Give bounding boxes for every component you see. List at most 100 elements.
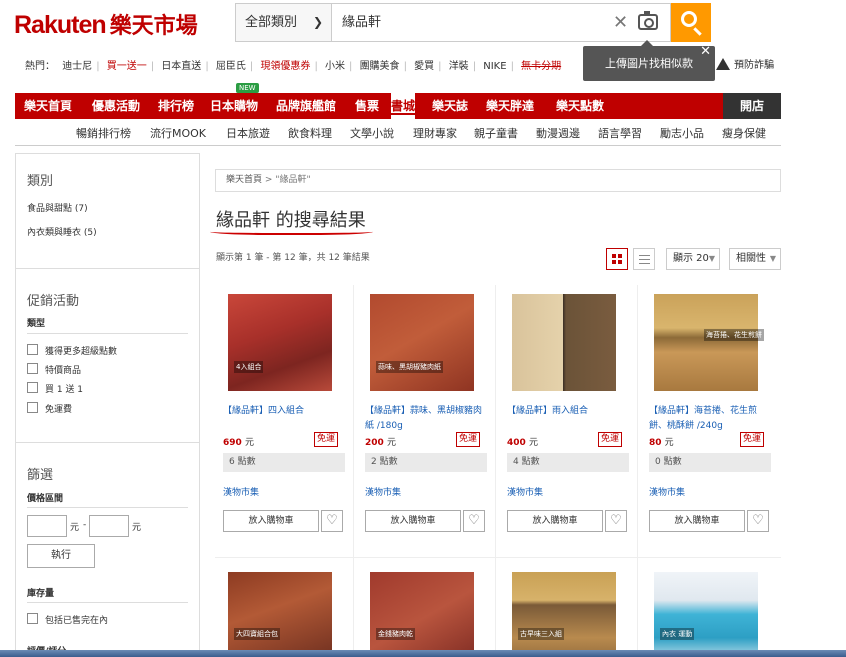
hot-item[interactable]: 小米	[325, 61, 345, 72]
image-caption: 4入組合	[234, 361, 264, 373]
add-to-cart-button[interactable]: 放入購物車	[365, 510, 461, 532]
free-shipping-badge: 免運	[598, 432, 623, 447]
main-nav: 樂天首頁 優惠活動 排行榜 日本購物 NEW 品牌旗艦館 售票 書城 樂天誌 樂…	[15, 83, 723, 119]
shop-link[interactable]: 漢物市集	[649, 485, 685, 498]
promo-checkbox[interactable]	[27, 363, 38, 374]
hot-item[interactable]: 洋裝	[449, 61, 469, 72]
points-badge: 6 點數	[223, 453, 345, 472]
heart-icon[interactable]: ♡	[605, 510, 627, 532]
free-shipping-badge: 免運	[740, 432, 765, 447]
hot-item[interactable]: 團購美食	[360, 61, 400, 72]
product-image[interactable]	[512, 294, 616, 391]
image-caption: 金錢豬肉乾	[376, 628, 415, 640]
page-size-select[interactable]: 顯示 20 ▼	[666, 248, 720, 270]
search-input[interactable]: 緣品軒	[342, 4, 381, 41]
nav-item[interactable]: 排行榜	[158, 93, 194, 119]
hot-item[interactable]: NIKE	[483, 61, 506, 72]
product-price: 400 元	[507, 435, 538, 448]
product-name[interactable]: 【緣品軒】雨入組合	[507, 404, 631, 419]
subnav-item[interactable]: 動漫週邊	[536, 125, 580, 141]
add-to-cart-button[interactable]: 放入購物車	[223, 510, 319, 532]
product-name[interactable]: 【緣品軒】四入組合	[223, 404, 347, 419]
camera-icon[interactable]	[638, 11, 658, 30]
price-value: 690	[223, 438, 242, 448]
product-image[interactable]: 蒜味、黑胡椒豬肉紙	[370, 294, 474, 391]
product-image[interactable]: 4入組合	[228, 294, 332, 391]
nav-item[interactable]: 樂天首頁	[24, 93, 72, 119]
nav-item[interactable]: 樂天點數	[556, 93, 604, 119]
promo-checkbox[interactable]	[27, 344, 38, 355]
subnav-item[interactable]: 飲食料理	[288, 125, 332, 141]
price-unit: 元	[664, 438, 674, 448]
nav-item[interactable]: 售票	[355, 93, 379, 119]
rakuten-logo[interactable]: Rakuten 樂天市場	[14, 8, 198, 40]
image-caption: 大四寶組合包	[234, 628, 280, 640]
shop-link[interactable]: 漢物市集	[365, 485, 401, 498]
product-name[interactable]: 【緣品軒】海苔捲、花生煎餅、桃酥餅 /240g	[649, 404, 773, 434]
category-select[interactable]: 全部類別 ❯	[236, 4, 332, 41]
subnav-item[interactable]: 日本旅遊	[226, 125, 270, 141]
product-image[interactable]: 內衣 運動	[654, 572, 758, 657]
nav-item-active[interactable]: 書城	[391, 93, 416, 119]
subnav-item[interactable]: 流行MOOK	[150, 125, 206, 141]
search-icon	[681, 11, 697, 27]
heart-icon[interactable]: ♡	[321, 510, 343, 532]
add-to-cart-button[interactable]: 放入購物車	[507, 510, 603, 532]
stock-checkbox[interactable]	[27, 613, 38, 624]
product-image[interactable]: 金錢豬肉乾	[370, 572, 474, 657]
divider	[16, 442, 199, 443]
breadcrumb-home[interactable]: 樂天首頁	[226, 175, 262, 185]
hot-item[interactable]: 現領優惠券	[260, 61, 310, 72]
nav-item[interactable]: 樂天胖達	[486, 93, 534, 119]
subnav-item[interactable]: 親子童書	[474, 125, 518, 141]
hot-item[interactable]: 日本直送	[161, 61, 201, 72]
nav-item[interactable]: 品牌旗艦館	[276, 93, 336, 119]
subnav-item[interactable]: 瘦身保健	[722, 125, 766, 141]
category-link[interactable]: 食品與甜點 (7)	[27, 201, 88, 214]
new-badge: NEW	[236, 83, 259, 93]
hot-item[interactable]: 無卡分期	[521, 61, 561, 72]
price-range-label: 價格區間	[27, 494, 64, 504]
promo-checkbox[interactable]	[27, 402, 38, 413]
promo-checkbox[interactable]	[27, 382, 38, 393]
nav-item[interactable]: 優惠活動	[92, 93, 140, 119]
product-image[interactable]: 海苔捲、花生煎餅	[654, 294, 764, 391]
heart-icon[interactable]: ♡	[747, 510, 769, 532]
shop-link[interactable]: 漢物市集	[507, 485, 543, 498]
subnav-item[interactable]: 文學小說	[350, 125, 394, 141]
list-view-icon[interactable]	[633, 248, 655, 270]
open-store-button[interactable]: 開店	[723, 93, 781, 119]
category-link[interactable]: 內衣類與睡衣 (5)	[27, 225, 97, 238]
nav-item[interactable]: 日本購物	[210, 93, 258, 119]
add-to-cart-button[interactable]: 放入購物車	[649, 510, 745, 532]
chevron-down-icon: ❯	[312, 15, 323, 29]
fraud-notice-link[interactable]: 預防詐騙	[716, 56, 774, 71]
apply-price-button[interactable]: 執行	[27, 544, 95, 568]
shop-link[interactable]: 漢物市集	[223, 485, 259, 498]
subnav-item[interactable]: 語言學習	[598, 125, 642, 141]
hot-item[interactable]: 屈臣氏	[216, 61, 246, 72]
min-price-input[interactable]	[27, 515, 67, 537]
heart-icon[interactable]: ♡	[463, 510, 485, 532]
hot-item[interactable]: 迪士尼	[62, 61, 92, 72]
product-name[interactable]: 【緣品軒】蒜味、黑胡椒豬肉紙 /180g	[365, 404, 489, 434]
price-unit: 元	[244, 438, 254, 448]
clear-icon[interactable]: ✕	[613, 4, 628, 41]
max-price-input[interactable]	[89, 515, 129, 537]
hot-item[interactable]: 愛買	[414, 61, 434, 72]
divider	[16, 268, 199, 269]
os-taskbar	[0, 650, 846, 657]
product-image[interactable]: 古早味三入組	[512, 572, 616, 657]
product-image[interactable]: 大四寶組合包	[228, 572, 332, 657]
subnav-item[interactable]: 勵志小品	[660, 125, 704, 141]
fraud-notice-label: 預防詐騙	[734, 60, 774, 71]
subnav-item[interactable]: 理財專家	[413, 125, 457, 141]
sort-select[interactable]: 相關性 ▼	[729, 248, 781, 270]
close-icon[interactable]: ✕	[700, 34, 711, 69]
grid-view-icon[interactable]	[606, 248, 628, 270]
image-caption: 古早味三入組	[518, 628, 564, 640]
subnav-item[interactable]: 暢銷排行榜	[76, 125, 131, 141]
hot-item[interactable]: 買一送一	[107, 61, 147, 72]
divider	[27, 333, 188, 334]
nav-item[interactable]: 樂天誌	[432, 93, 468, 119]
